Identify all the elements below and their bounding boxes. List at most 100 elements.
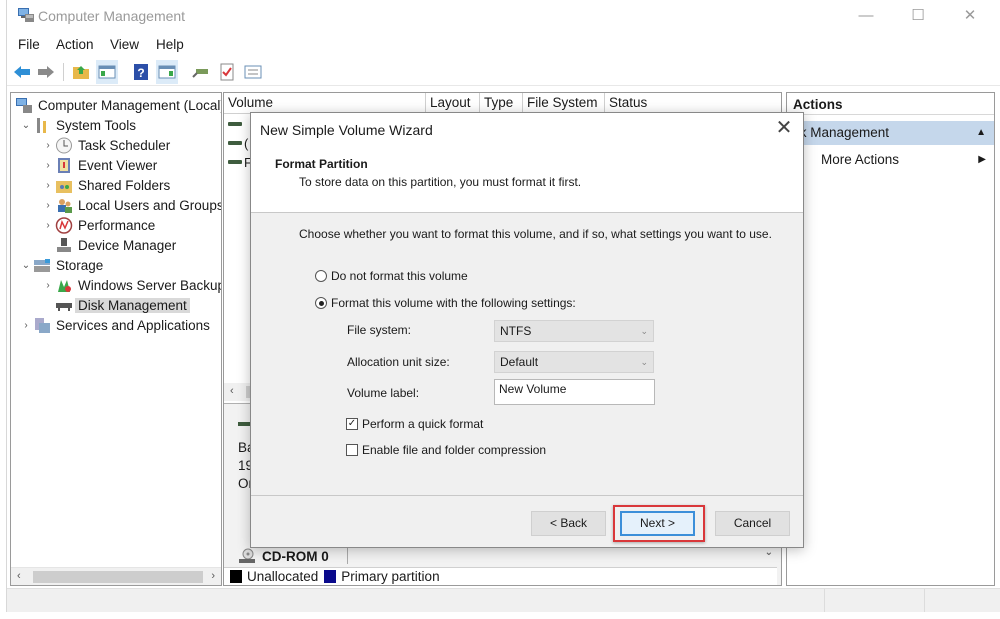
collapse-up-icon[interactable]: ▲ <box>976 121 986 145</box>
column-header-volume[interactable]: Volume <box>224 93 426 113</box>
menu-help[interactable]: Help <box>156 37 184 52</box>
volume-row[interactable]: F <box>228 153 252 171</box>
volume-label-label: Volume label: <box>347 386 420 400</box>
column-header-layout[interactable]: Layout <box>426 93 480 113</box>
column-header-file-system[interactable]: File System <box>523 93 605 113</box>
volume-row[interactable]: ( <box>228 134 248 152</box>
tree-item-device-manager[interactable]: Device Manager <box>55 235 176 255</box>
file-system-select[interactable]: NTFS ⌄ <box>494 320 654 342</box>
show-hide-console-tree-button[interactable] <box>96 60 118 84</box>
radio-format-volume[interactable]: Format this volume with the following se… <box>315 294 576 312</box>
up-one-level-button[interactable] <box>70 60 92 84</box>
up-folder-icon <box>73 66 89 79</box>
column-header-type[interactable]: Type <box>480 93 523 113</box>
scroll-left-icon[interactable]: ‹ <box>230 385 234 397</box>
quick-format-checkbox[interactable]: ✓ Perform a quick format <box>346 415 483 433</box>
svg-text:?: ? <box>137 66 144 80</box>
help-button[interactable]: ? <box>130 60 152 84</box>
scrollbar-thumb[interactable] <box>33 571 203 583</box>
back-button[interactable] <box>11 60 33 84</box>
chevron-down-icon: ⌄ <box>640 326 648 336</box>
chevron-right-icon[interactable]: › <box>41 180 55 191</box>
users-icon <box>58 198 72 213</box>
cancel-button[interactable]: Cancel <box>715 511 790 536</box>
maximize-button[interactable]: ☐ <box>892 0 944 30</box>
connect-button[interactable] <box>190 60 212 84</box>
wizard-close-button[interactable]: ✕ <box>773 117 795 139</box>
chevron-down-icon[interactable]: ⌄ <box>19 260 33 271</box>
clock-icon <box>56 137 72 153</box>
chevron-right-icon[interactable]: › <box>41 160 55 171</box>
tree-item-storage[interactable]: ⌄ Storage <box>19 255 104 275</box>
chevron-right-icon[interactable]: › <box>19 320 33 331</box>
status-segment <box>7 589 825 612</box>
event-viewer-icon <box>58 157 70 173</box>
unallocated-swatch <box>230 570 242 583</box>
chevron-right-icon[interactable]: › <box>41 280 55 291</box>
status-segment <box>825 589 925 612</box>
menu-view[interactable]: View <box>110 37 139 52</box>
tree-item-task-scheduler[interactable]: › Task Scheduler <box>41 135 170 155</box>
tree-item-disk-management[interactable]: Disk Management <box>55 295 190 315</box>
volume-label-input[interactable]: New Volume <box>494 379 655 405</box>
allocation-unit-label: Allocation unit size: <box>347 355 450 369</box>
tree-item-system-tools[interactable]: ⌄ System Tools <box>19 115 136 135</box>
properties-icon <box>244 65 262 79</box>
radio-do-not-format[interactable]: Do not format this volume <box>315 267 468 285</box>
close-button[interactable]: ✕ <box>944 0 996 30</box>
cdrom-disk-row[interactable]: CD-ROM 0 ⌄ <box>224 545 781 567</box>
chevron-right-icon[interactable]: › <box>41 220 55 231</box>
status-bar <box>7 588 1000 612</box>
minimize-button[interactable]: — <box>840 0 892 30</box>
tree-item-windows-server-backup[interactable]: › Windows Server Backup <box>41 275 221 295</box>
properties-button[interactable] <box>242 60 264 84</box>
tree-item-event-viewer[interactable]: › Event Viewer <box>41 155 157 175</box>
next-button[interactable]: Next > <box>620 511 695 536</box>
radio-button-checked[interactable] <box>315 297 327 309</box>
tree-horizontal-scrollbar[interactable]: ‹ › <box>11 567 221 585</box>
tree-item-local-users-groups[interactable]: › Local Users and Groups <box>41 195 221 215</box>
device-manager-icon <box>57 237 71 252</box>
chevron-right-icon[interactable]: › <box>41 200 55 211</box>
primary-partition-swatch <box>324 570 337 583</box>
radio-button[interactable] <box>315 270 327 282</box>
title-bar: Computer Management — ☐ ✕ <box>7 0 1000 32</box>
show-hide-action-pane-button[interactable] <box>156 60 178 84</box>
tree-root[interactable]: Computer Management (Local) <box>15 95 221 115</box>
tree-item-services-applications[interactable]: › Services and Applications <box>19 315 210 335</box>
volume-icon <box>228 141 242 145</box>
services-icon <box>35 317 50 333</box>
actions-section-disk-management[interactable]: sk Management ▲ <box>787 121 994 145</box>
column-header-status[interactable]: Status <box>605 93 781 113</box>
window-title: Computer Management <box>38 8 186 24</box>
maximize-icon: ☐ <box>911 7 925 24</box>
system-tools-icon <box>37 117 46 133</box>
tree-item-shared-folders[interactable]: › Shared Folders <box>41 175 170 195</box>
chevron-down-icon[interactable]: ⌄ <box>19 120 33 131</box>
volume-icon <box>228 122 242 126</box>
compression-checkbox[interactable]: Enable file and folder compression <box>346 441 546 459</box>
forward-button[interactable] <box>35 60 57 84</box>
scroll-down-icon[interactable]: ⌄ <box>765 547 773 558</box>
volume-row[interactable] <box>228 115 242 133</box>
actions-more-actions[interactable]: More Actions ▶ <box>787 149 994 171</box>
chevron-right-icon[interactable]: › <box>41 140 55 151</box>
storage-icon <box>34 258 50 272</box>
file-system-label: File system: <box>347 323 412 337</box>
menu-action[interactable]: Action <box>56 37 94 52</box>
tree-item-performance[interactable]: › Performance <box>41 215 155 235</box>
scroll-right-icon[interactable]: › <box>211 570 215 582</box>
actions-pane: Actions sk Management ▲ More Actions ▶ <box>786 92 995 586</box>
checkbox-checked[interactable]: ✓ <box>346 418 358 430</box>
scroll-left-icon[interactable]: ‹ <box>17 570 21 582</box>
menu-file[interactable]: File <box>18 37 40 52</box>
check-button[interactable] <box>216 60 238 84</box>
footer-divider <box>251 495 803 496</box>
checkbox-unchecked[interactable] <box>346 444 358 456</box>
close-icon: ✕ <box>775 117 793 139</box>
back-button[interactable]: < Back <box>531 511 606 536</box>
allocation-unit-select[interactable]: Default ⌄ <box>494 351 654 373</box>
show-hide-action-pane-icon <box>158 65 176 79</box>
submenu-arrow-icon: ▶ <box>978 154 986 165</box>
disk-management-icon <box>56 302 72 311</box>
